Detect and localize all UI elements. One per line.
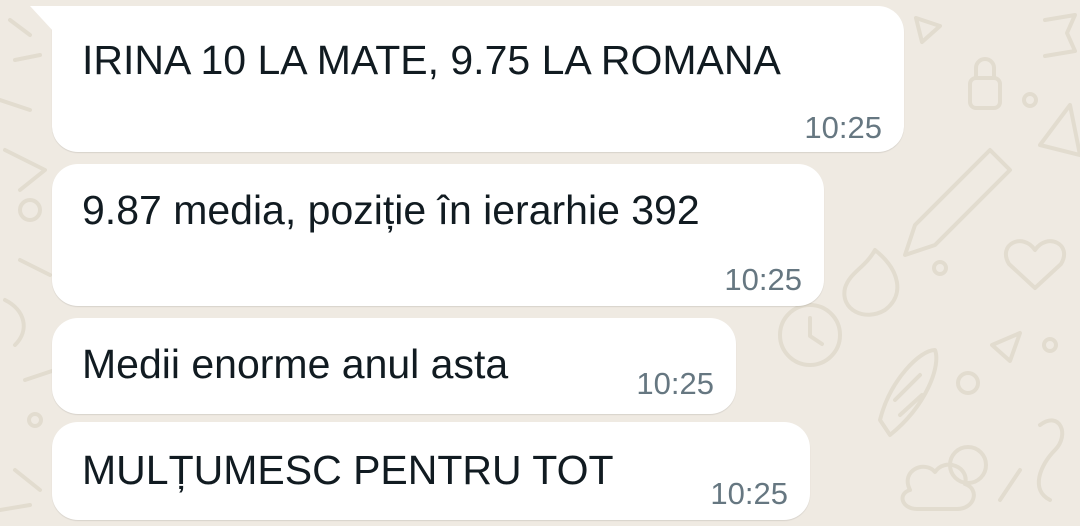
message-bubble[interactable]: 9.87 media, poziție în ierarhie 392 10:2… — [52, 164, 824, 306]
message-bubble[interactable]: IRINA 10 LA MATE, 9.75 LA ROMANA 10:25 — [30, 6, 904, 152]
message-bubble[interactable]: MULȚUMESC PENTRU TOT 10:25 — [52, 422, 810, 520]
message-text: IRINA 10 LA MATE, 9.75 LA ROMANA — [82, 37, 781, 83]
message-timestamp: 10:25 — [710, 476, 788, 511]
message-text: MULȚUMESC PENTRU TOT — [82, 447, 614, 493]
message-bubble[interactable]: Medii enorme anul asta 10:25 — [52, 318, 736, 414]
message-text: 9.87 media, poziție în ierarhie 392 — [82, 187, 700, 233]
bubble-tail — [30, 6, 54, 32]
message-timestamp: 10:25 — [636, 366, 714, 401]
message-timestamp: 10:25 — [804, 110, 882, 145]
chat-message-list[interactable]: IRINA 10 LA MATE, 9.75 LA ROMANA 10:25 9… — [0, 0, 1080, 526]
message-timestamp: 10:25 — [724, 262, 802, 297]
message-text: Medii enorme anul asta — [82, 341, 509, 387]
